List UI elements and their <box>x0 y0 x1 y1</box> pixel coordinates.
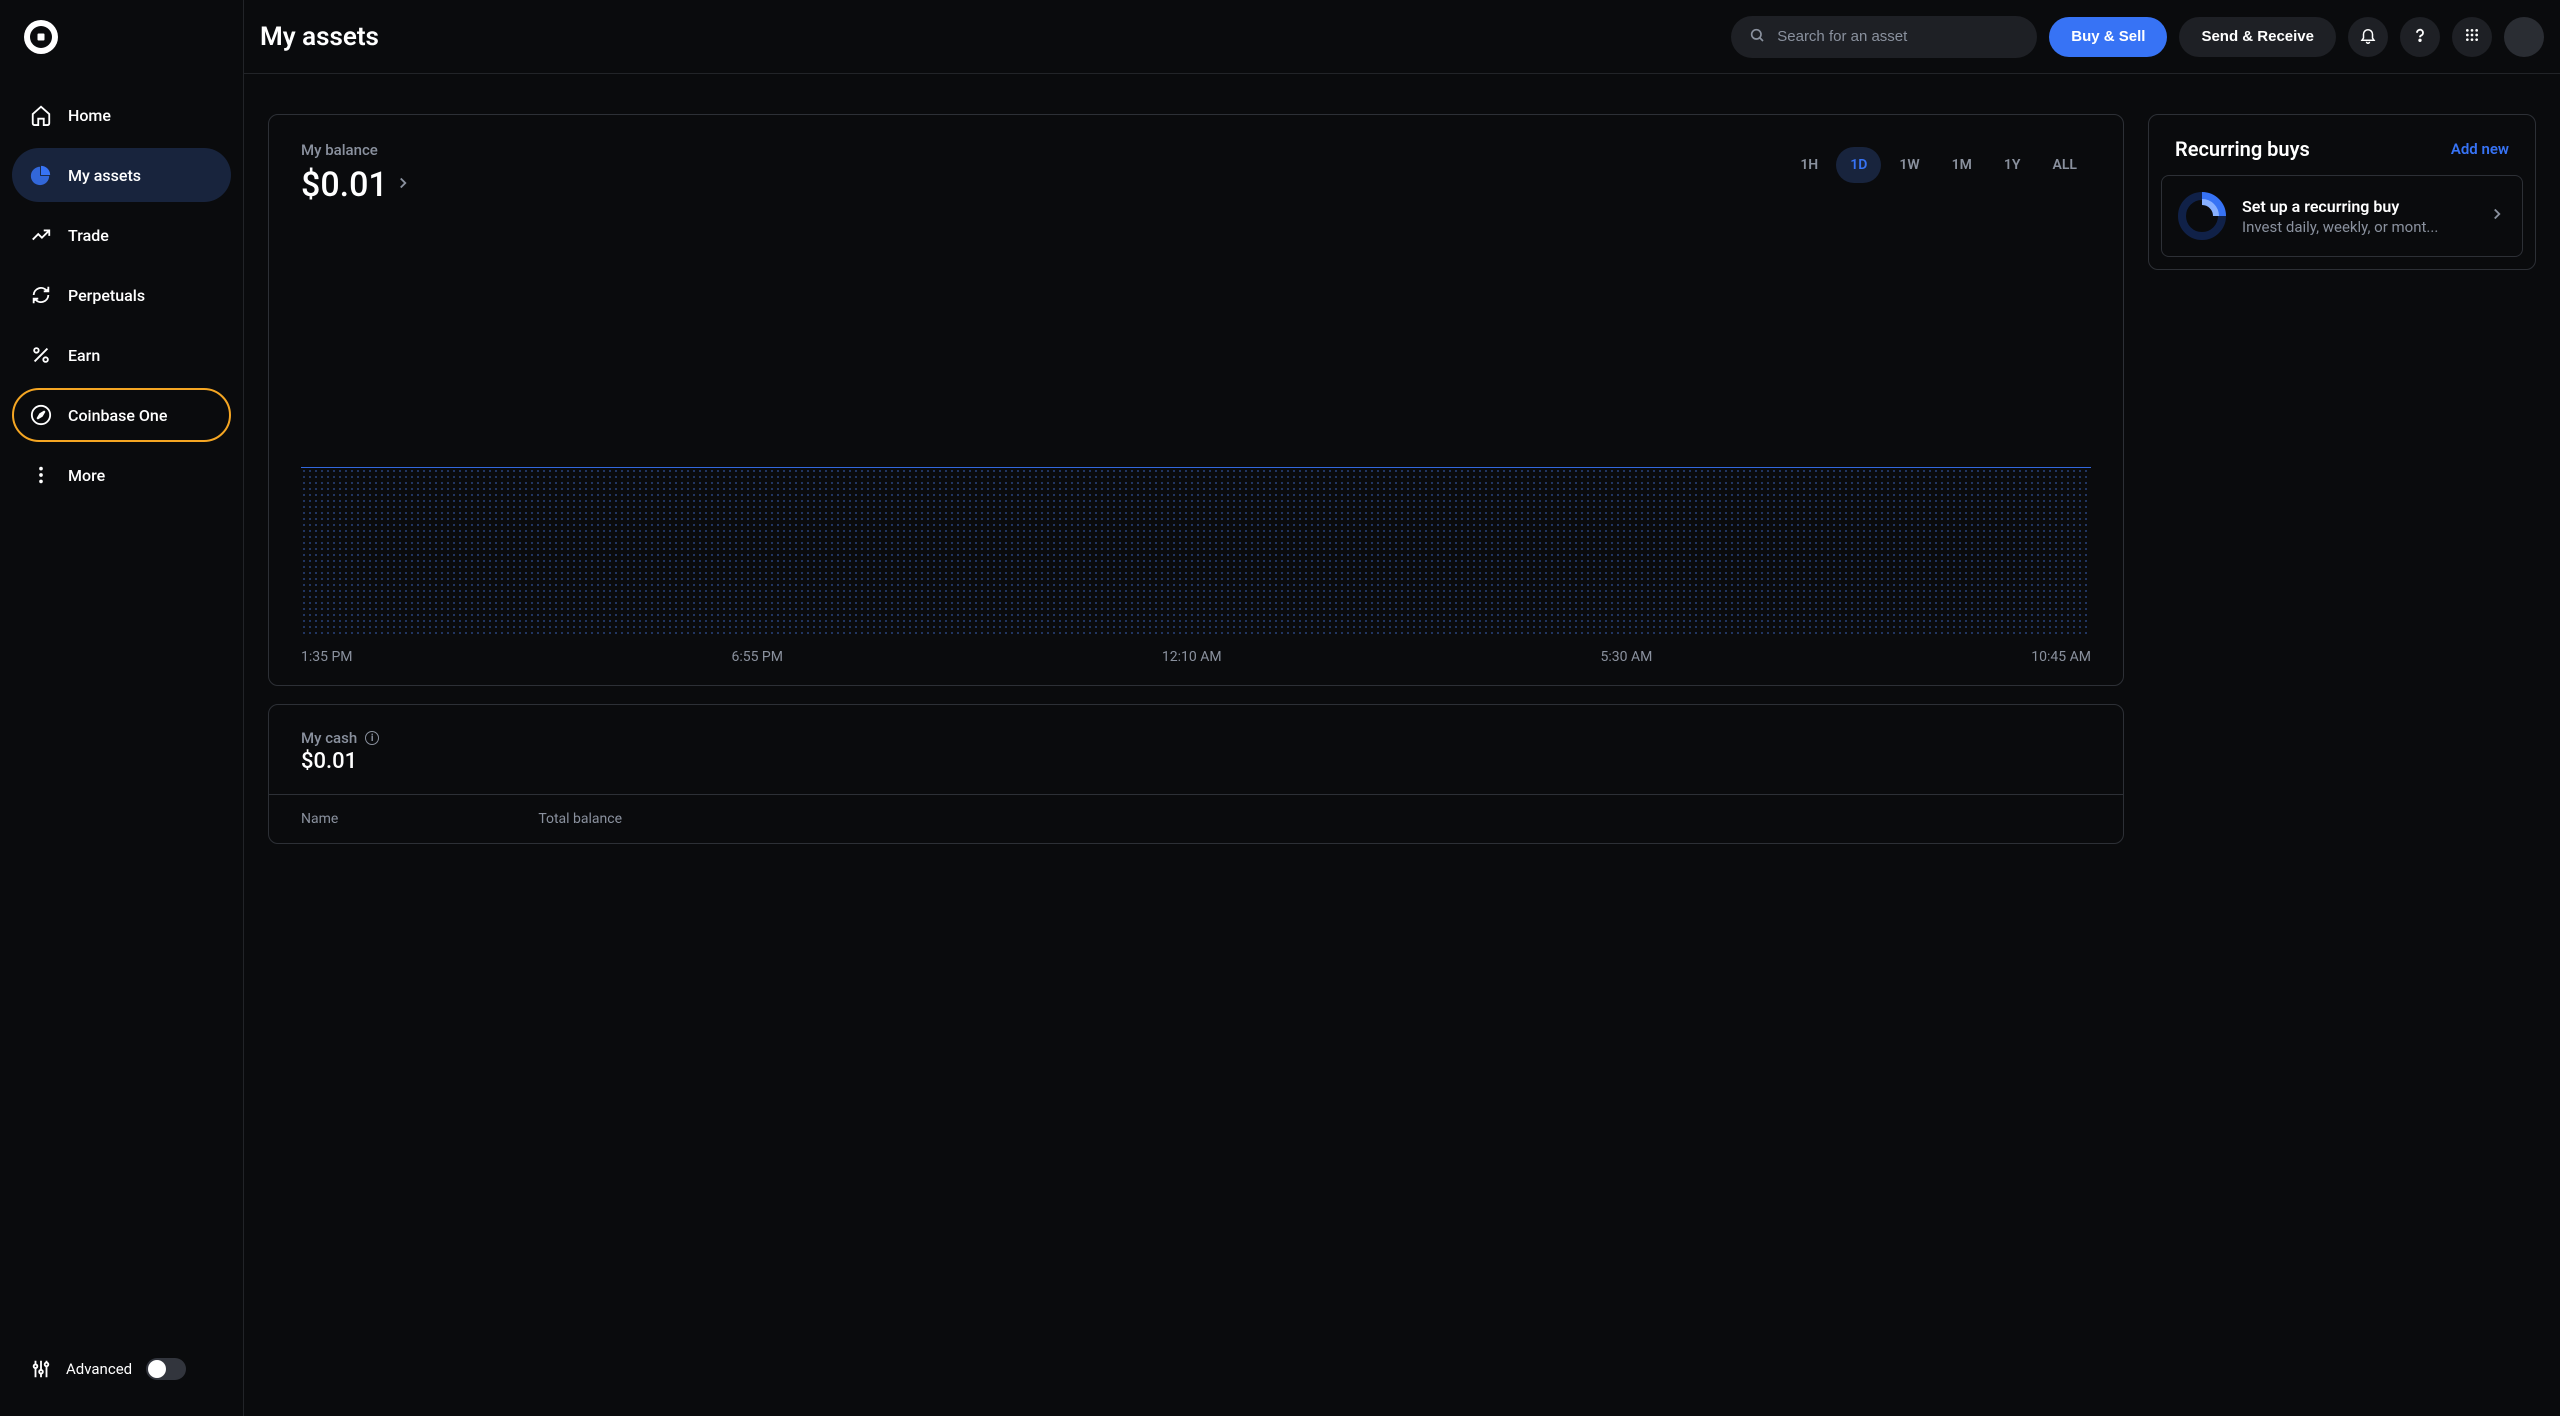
sidebar-item-perpetuals[interactable]: Perpetuals <box>12 268 231 322</box>
sidebar-item-label: Trade <box>68 226 109 245</box>
buy-sell-button[interactable]: Buy & Sell <box>2049 17 2167 57</box>
advanced-label: Advanced <box>66 1360 132 1378</box>
column-total-balance: Total balance <box>538 811 622 827</box>
percent-icon <box>30 344 52 366</box>
notifications-button[interactable] <box>2348 17 2388 57</box>
chart-top: My balance $0.01 1H 1D 1W 1M 1Y <box>301 141 2091 205</box>
xaxis-tick: 12:10 AM <box>1162 649 1222 665</box>
info-icon[interactable]: i <box>365 731 379 745</box>
recurring-head: Recurring buys Add new <box>2149 115 2535 175</box>
page-title: My assets <box>260 22 379 52</box>
xaxis-tick: 6:55 PM <box>731 649 783 665</box>
help-button[interactable] <box>2400 17 2440 57</box>
xaxis-tick: 10:45 AM <box>2031 649 2091 665</box>
chart-xaxis: 1:35 PM 6:55 PM 12:10 AM 5:30 AM 10:45 A… <box>301 649 2091 665</box>
timeframe-1h[interactable]: 1H <box>1786 147 1832 183</box>
recurring-setup-item[interactable]: Set up a recurring buy Invest daily, wee… <box>2161 175 2523 257</box>
sidebar-item-more[interactable]: More <box>12 448 231 502</box>
balance-value: $0.01 <box>301 165 388 205</box>
timeframe-1m[interactable]: 1M <box>1938 147 1986 183</box>
toggle-knob <box>148 1360 166 1378</box>
timeframe-1w[interactable]: 1W <box>1885 147 1933 183</box>
send-receive-button[interactable]: Send & Receive <box>2179 17 2336 57</box>
avatar[interactable] <box>2504 17 2544 57</box>
sidebar-item-label: Home <box>68 106 111 125</box>
cash-value: $0.01 <box>301 749 2091 774</box>
sidebar: Home My assets Trade Perpetuals Earn <box>0 0 244 1416</box>
advanced-toggle-row: Advanced <box>12 1342 231 1396</box>
balance-label: My balance <box>301 141 412 159</box>
recurring-item-title: Set up a recurring buy <box>2242 197 2472 216</box>
recurring-icon <box>2178 192 2226 240</box>
main: My assets Buy & Sell Send & Receive <box>244 0 2560 1416</box>
nav-list: Home My assets Trade Perpetuals Earn <box>12 88 231 502</box>
chart-fill <box>301 467 2091 635</box>
sidebar-item-earn[interactable]: Earn <box>12 328 231 382</box>
column-right: Recurring buys Add new Set up a recurrin… <box>2148 114 2536 1416</box>
sidebar-item-label: My assets <box>68 166 141 185</box>
cash-table-head: Name Total balance <box>269 794 2123 843</box>
sidebar-item-home[interactable]: Home <box>12 88 231 142</box>
bell-icon <box>2359 26 2377 48</box>
compass-icon <box>30 404 52 426</box>
xaxis-tick: 5:30 AM <box>1601 649 1653 665</box>
header: My assets Buy & Sell Send & Receive <box>244 0 2560 74</box>
search-input[interactable] <box>1777 28 2019 45</box>
coinbase-logo[interactable] <box>24 20 58 54</box>
help-icon <box>2411 26 2429 48</box>
chevron-right-icon <box>394 174 412 196</box>
balance-chart-card: My balance $0.01 1H 1D 1W 1M 1Y <box>268 114 2124 686</box>
recurring-text: Set up a recurring buy Invest daily, wee… <box>2242 197 2472 236</box>
cash-header: My cash i $0.01 <box>269 705 2123 794</box>
trend-icon <box>30 224 52 246</box>
timeframe-1y[interactable]: 1Y <box>1990 147 2035 183</box>
pie-icon <box>30 164 52 186</box>
cash-label: My cash <box>301 729 357 747</box>
advanced-toggle[interactable] <box>146 1358 186 1380</box>
grid-icon <box>2464 27 2480 47</box>
balance-row[interactable]: $0.01 <box>301 165 412 205</box>
column-name: Name <box>301 811 338 827</box>
cash-card: My cash i $0.01 Name Total balance <box>268 704 2124 844</box>
sidebar-item-label: Perpetuals <box>68 286 145 305</box>
apps-button[interactable] <box>2452 17 2492 57</box>
refresh-icon <box>30 284 52 306</box>
content: My balance $0.01 1H 1D 1W 1M 1Y <box>244 74 2560 1416</box>
timeframe-1d[interactable]: 1D <box>1836 147 1881 183</box>
search-box[interactable] <box>1731 16 2037 58</box>
add-new-button[interactable]: Add new <box>2451 140 2509 158</box>
recurring-item-subtitle: Invest daily, weekly, or mont... <box>2242 218 2472 236</box>
recurring-buys-card: Recurring buys Add new Set up a recurrin… <box>2148 114 2536 270</box>
chart-area[interactable] <box>301 235 2091 635</box>
column-left: My balance $0.01 1H 1D 1W 1M 1Y <box>268 114 2124 1416</box>
chevron-right-icon <box>2488 205 2506 227</box>
recurring-title: Recurring buys <box>2175 137 2310 161</box>
home-icon <box>30 104 52 126</box>
timeframe-selector: 1H 1D 1W 1M 1Y ALL <box>1786 147 2091 183</box>
sidebar-item-my-assets[interactable]: My assets <box>12 148 231 202</box>
cash-label-row: My cash i <box>301 729 2091 747</box>
more-icon <box>30 464 52 486</box>
balance-block: My balance $0.01 <box>301 141 412 205</box>
sidebar-item-label: Coinbase One <box>68 406 167 425</box>
sidebar-item-label: Earn <box>68 346 100 365</box>
timeframe-all[interactable]: ALL <box>2039 147 2091 183</box>
sidebar-item-trade[interactable]: Trade <box>12 208 231 262</box>
sidebar-item-coinbase-one[interactable]: Coinbase One <box>12 388 231 442</box>
sliders-icon <box>30 1358 52 1380</box>
xaxis-tick: 1:35 PM <box>301 649 353 665</box>
search-icon <box>1749 27 1765 47</box>
sidebar-item-label: More <box>68 466 105 485</box>
